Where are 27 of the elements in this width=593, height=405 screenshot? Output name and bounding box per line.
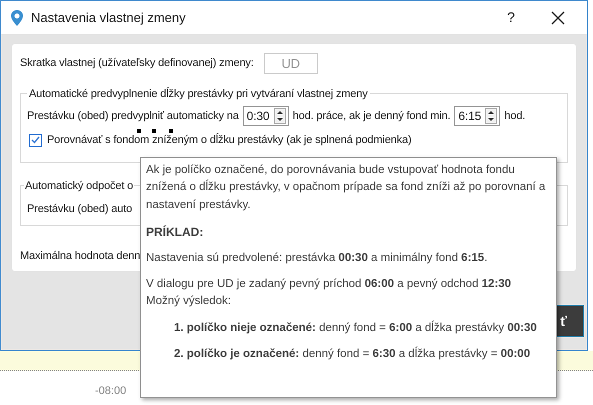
time-spinner[interactable]: 6:15 [454, 106, 500, 126]
window-title: Nastavenia vlastnej zmeny [31, 8, 187, 27]
unit-label: hod. [504, 108, 526, 124]
checkbox-label: Porovnávať s fondom zníženým o dĺžku prestávky (ak je splnená podmienka) [47, 132, 412, 148]
tooltip-list-item: 2. políčko je označené: denný fond = 6:30 a dĺžka prestávky = 00:00 [173, 346, 532, 362]
time-spinner[interactable]: 0:30 [242, 106, 289, 126]
tooltip-paragraph: Nastavenia sú predvolené: prestávka 00:30 a minimálny fond 6:15. [146, 250, 488, 266]
tooltip-list-item: 1. políčko nieje označené: denný fond = 6:00 a dĺžka prestávky 00:30 [173, 320, 538, 336]
selection-handles-drawing [137, 129, 173, 133]
checkbox[interactable] [29, 134, 42, 147]
close-icon[interactable] [551, 10, 565, 24]
tooltip-paragraph: Ak je políčko označené, do porovnávania bude vstupovať hodnota fondu znížená o dĺžku prestávky, v opačnom prípade sa fond zníži až po porovnaní a nastavení prestávky. [146, 163, 546, 212]
checkmark-icon [31, 136, 40, 144]
help-button[interactable]: ? [491, 7, 531, 28]
fund-label: hod. práce, ak je denný fond min. [292, 108, 450, 124]
group-legend: Automatické predvyplnenie dĺžky prestávky pri vytváraní vlastnej zmeny [27, 86, 370, 102]
spinner-arrows-icon[interactable] [485, 108, 498, 124]
break-label: Prestávku (obed) predvyplniť automaticky na [27, 108, 239, 124]
break-label: Prestávku (obed) auto [27, 203, 132, 215]
location-pin-icon [11, 10, 23, 26]
tooltip-heading: PRÍKLAD: [146, 224, 204, 241]
tooltip-paragraph: V dialogu pre UD je zadaný pevný príchod 06:00 a pevný odchod 12:30 Možný výsledok: [146, 277, 512, 310]
shortcut-label: Skratka vlastnej (užívateľsky definovanej) zmeny: [20, 56, 254, 72]
group-legend: Automatický odpočet o [24, 178, 134, 194]
max-value-label: Maximálna hodnota denn [20, 249, 140, 264]
spinner-arrows-icon[interactable] [274, 108, 286, 124]
time-label: -08:00 [95, 384, 126, 399]
